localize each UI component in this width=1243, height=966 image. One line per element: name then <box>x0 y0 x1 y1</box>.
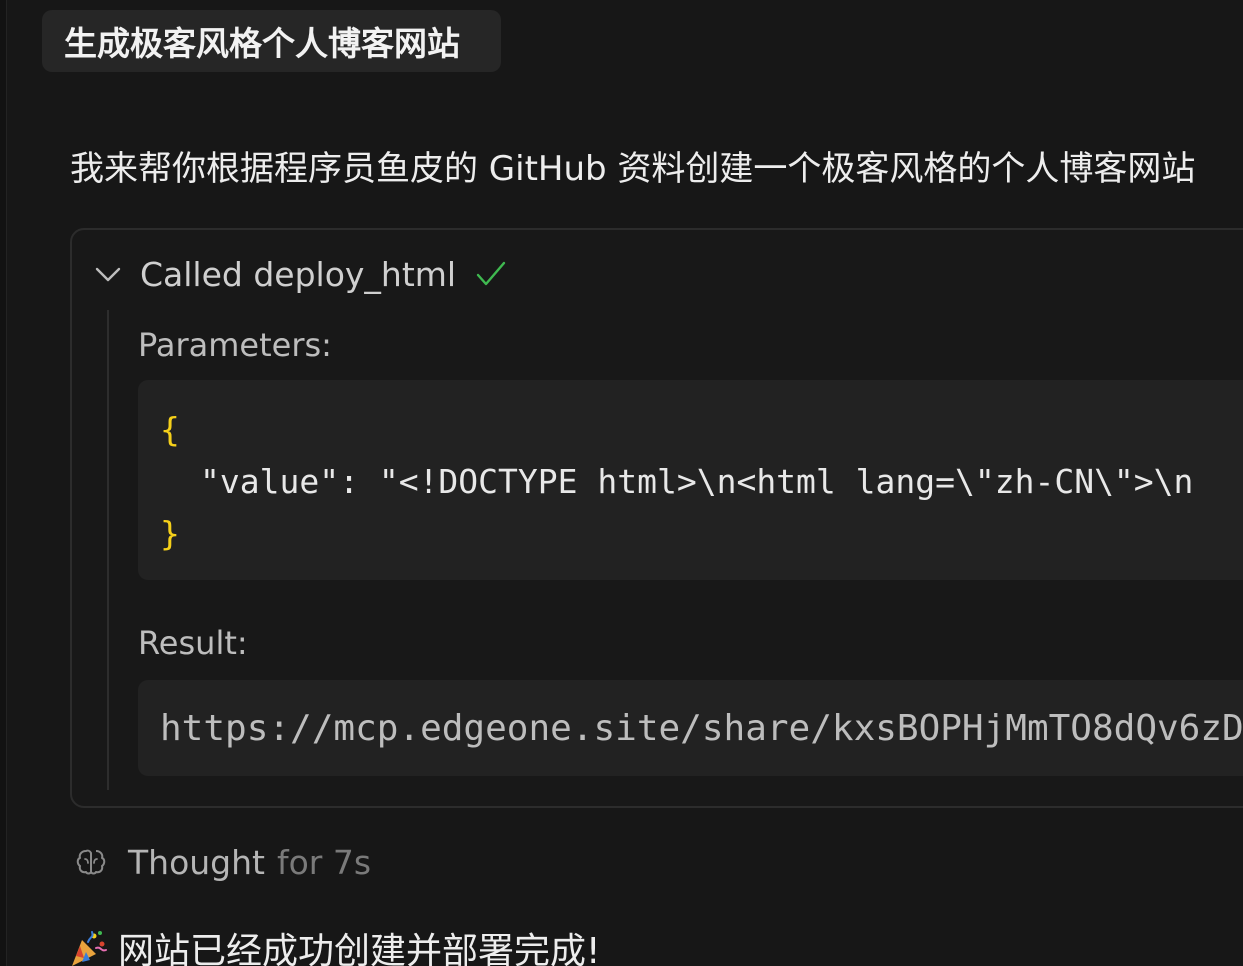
code-open-brace: { <box>160 410 180 449</box>
tool-call-card: Called deploy_html Parameters: { "value":… <box>70 228 1243 808</box>
result-url[interactable]: https://mcp.edgeone.site/share/kxsBOPHjM… <box>160 708 1243 749</box>
thought-duration: for 7s <box>276 842 372 882</box>
thought-toggle[interactable]: Thought for 7s <box>74 840 371 884</box>
left-rail <box>0 0 7 966</box>
user-message-text: 生成极客风格个人博客网站 <box>64 24 460 63</box>
result-code-block: https://mcp.edgeone.site/share/kxsBOPHjM… <box>138 680 1243 776</box>
chevron-down-icon[interactable] <box>92 258 124 290</box>
check-icon <box>474 257 508 291</box>
success-message: 网站已经成功创建并部署完成! <box>68 924 600 966</box>
code-colon: : <box>339 462 379 501</box>
thought-label: Thought <box>128 842 265 882</box>
tool-call-header[interactable]: Called deploy_html <box>92 252 508 296</box>
parameters-label: Parameters: <box>138 326 332 364</box>
parameters-code-block: { "value": "<!DOCTYPE html>\n<html lang=\… <box>138 380 1243 580</box>
assistant-intro-text: 我来帮你根据程序员鱼皮的 GitHub 资料创建一个极客风格的个人博客网站 <box>70 149 1196 189</box>
party-popper-icon <box>68 928 108 966</box>
result-label: Result: <box>138 624 248 662</box>
success-text: 网站已经成功创建并部署完成! <box>118 931 601 966</box>
brain-icon <box>74 845 108 879</box>
code-value: "<!DOCTYPE html>\n<html lang=\"zh-CN\">\… <box>378 462 1194 501</box>
tool-call-title: Called deploy_html <box>140 254 457 294</box>
code-close-brace: } <box>160 514 180 553</box>
user-message-bubble: 生成极客风格个人博客网站 <box>42 10 501 72</box>
tool-body-rail <box>107 310 109 790</box>
code-key: "value" <box>200 462 340 501</box>
